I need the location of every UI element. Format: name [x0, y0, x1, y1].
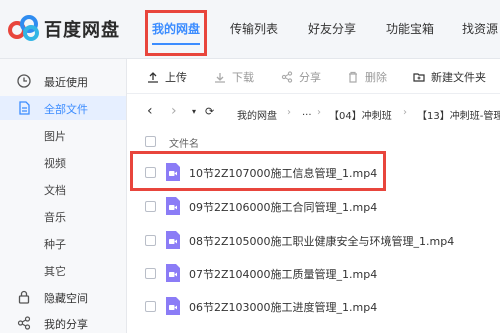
sidebar-category-documents[interactable]: 文档 [44, 182, 66, 198]
table-row[interactable]: 06节2Z103000施工进度管理_1.mp4 [127, 290, 500, 322]
lock-icon [18, 290, 30, 304]
row-checkbox[interactable] [145, 268, 156, 279]
sidebar-category-other[interactable]: 其它 [44, 263, 66, 279]
column-header-filename[interactable]: 文件名 [169, 135, 199, 150]
sidebar-category-images[interactable]: 图片 [44, 128, 66, 144]
file-name[interactable]: 08节2Z105000施工职业健康安全与环境管理_1.mp4 [189, 233, 454, 249]
breadcrumb: ‹ › ▾ ⟳ 我的网盘 › ... › 【04】冲刺班 › 【13】冲刺班-管… [127, 94, 500, 130]
row-checkbox[interactable] [145, 167, 156, 178]
table-row[interactable]: 07节2Z104000施工质量管理_1.mp4 [127, 257, 500, 289]
upload-icon [148, 72, 158, 83]
tab-transfer-list[interactable]: 传输列表 [230, 20, 278, 37]
share-icon [17, 316, 31, 330]
video-file-icon [166, 264, 180, 282]
sidebar-item-recent[interactable]: 最近使用 [0, 69, 126, 93]
tab-friend-share[interactable]: 好友分享 [308, 20, 356, 37]
upload-label: 上传 [165, 71, 187, 84]
sidebar-item-label: 隐藏空间 [44, 292, 88, 305]
breadcrumb-separator: › [287, 107, 291, 118]
file-name[interactable]: 06节2Z103000施工进度管理_1.mp4 [189, 299, 377, 315]
video-file-icon [166, 197, 180, 215]
sidebar-category-torrents[interactable]: 种子 [44, 236, 66, 252]
tab-toolbox[interactable]: 功能宝箱 [386, 20, 434, 37]
file-list-header: 文件名 [127, 131, 500, 153]
toolbar: 上传 下载 分享 删除 新建文件夹 [127, 59, 500, 94]
file-name[interactable]: 07节2Z104000施工质量管理_1.mp4 [189, 266, 377, 282]
delete-label: 删除 [365, 71, 387, 84]
row-checkbox[interactable] [145, 301, 156, 312]
baidu-cloud-logo-icon [8, 15, 39, 41]
table-row[interactable]: 08节2Z105000施工职业健康安全与环境管理_1.mp4 [127, 224, 500, 256]
history-dropdown-icon[interactable]: ▾ [192, 107, 196, 116]
main-content: 上传 下载 分享 删除 新建文件夹 ‹ › ▾ ⟳ 我的网盘 › ... › 【… [127, 59, 500, 333]
back-arrow-icon[interactable]: ‹ [147, 103, 153, 119]
new-folder-label: 新建文件夹 [431, 71, 486, 84]
breadcrumb-folder[interactable]: 【04】冲刺班 [329, 107, 392, 122]
trash-icon [349, 71, 357, 83]
download-label: 下载 [232, 71, 254, 84]
breadcrumb-root[interactable]: 我的网盘 [237, 107, 277, 122]
download-button[interactable]: 下载 [214, 69, 254, 85]
sidebar-item-hidden-space[interactable]: 隐藏空间 [0, 285, 126, 309]
table-row[interactable]: 10节2Z107000施工信息管理_1.mp4 [127, 156, 500, 188]
breadcrumb-folder-current[interactable]: 【13】冲刺班-管理 [417, 107, 500, 122]
new-folder-button[interactable]: 新建文件夹 [413, 69, 486, 85]
file-name[interactable]: 10节2Z107000施工信息管理_1.mp4 [189, 165, 377, 181]
sidebar-category-music[interactable]: 音乐 [44, 209, 66, 225]
sidebar-item-all-files[interactable]: 全部文件 [0, 96, 126, 120]
sidebar: 最近使用 全部文件 图片 视频 文档 音乐 种子 其它 隐藏空间 我的分享 [0, 59, 127, 333]
row-checkbox[interactable] [145, 235, 156, 246]
refresh-icon[interactable]: ⟳ [205, 105, 214, 118]
breadcrumb-separator: › [317, 107, 321, 118]
share-icon [281, 71, 293, 83]
select-all-checkbox[interactable] [145, 136, 156, 147]
sidebar-item-label: 我的分享 [44, 318, 88, 331]
file-name[interactable]: 09节2Z106000施工合同管理_1.mp4 [189, 199, 377, 215]
top-navigation-bar: 百度网盘 我的网盘 传输列表 好友分享 功能宝箱 找资源 [0, 0, 500, 59]
video-file-icon [166, 163, 180, 181]
sidebar-item-my-share[interactable]: 我的分享 [0, 311, 126, 335]
delete-button[interactable]: 删除 [347, 69, 387, 85]
share-button[interactable]: 分享 [281, 69, 321, 85]
breadcrumb-separator: › [403, 107, 407, 118]
forward-arrow-icon[interactable]: › [171, 103, 177, 119]
row-checkbox[interactable] [145, 201, 156, 212]
sidebar-category-videos[interactable]: 视频 [44, 155, 66, 171]
tab-find-resources[interactable]: 找资源 [462, 20, 498, 37]
app-logo[interactable]: 百度网盘 [8, 14, 128, 44]
new-folder-icon [413, 73, 425, 82]
clock-icon [17, 74, 31, 88]
upload-button[interactable]: 上传 [147, 69, 187, 85]
app-name: 百度网盘 [44, 20, 120, 41]
table-row[interactable]: 09节2Z106000施工合同管理_1.mp4 [127, 190, 500, 222]
document-icon [19, 101, 30, 115]
breadcrumb-ellipsis[interactable]: ... [302, 107, 312, 118]
video-file-icon [166, 297, 180, 315]
download-icon [215, 73, 225, 83]
sidebar-item-label: 全部文件 [44, 103, 88, 116]
sidebar-item-label: 最近使用 [44, 76, 88, 89]
video-file-icon [166, 231, 180, 249]
tab-my-netdisk[interactable]: 我的网盘 [152, 20, 201, 45]
share-label: 分享 [299, 71, 321, 84]
